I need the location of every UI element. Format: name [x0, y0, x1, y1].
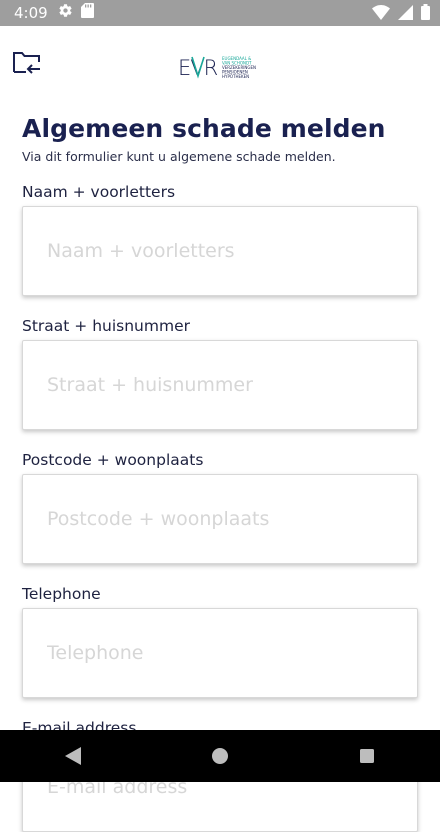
field-name: Naam + voorletters — [22, 182, 420, 296]
recents-square-icon[interactable] — [337, 730, 397, 782]
name-input[interactable] — [22, 206, 418, 296]
status-time: 4:09 — [14, 4, 48, 22]
system-nav-bar — [0, 730, 440, 782]
folder-back-icon[interactable] — [12, 50, 46, 80]
back-triangle-icon[interactable] — [43, 730, 103, 782]
page-subtitle: Via dit formulier kunt u algemene schade… — [22, 149, 336, 164]
field-telephone: Telephone — [22, 584, 420, 698]
postcode-input[interactable] — [22, 474, 418, 564]
logo-line-5: HYPOTHEKEN — [222, 74, 249, 79]
app-header: EVR EUGENDAAL & VAN SCHONDT VERZEKERINGE… — [0, 26, 440, 110]
gear-icon — [58, 3, 73, 23]
battery-icon — [421, 4, 430, 25]
field-label-postcode: Postcode + woonplaats — [22, 451, 204, 469]
street-input[interactable] — [22, 340, 418, 430]
page-title: Algemeen schade melden — [22, 114, 386, 143]
signal-icon — [398, 4, 413, 25]
wifi-icon — [372, 4, 390, 25]
sd-card-icon — [80, 3, 94, 23]
status-bar: 4:09 — [0, 0, 440, 26]
field-label-street: Straat + huisnummer — [22, 317, 190, 335]
field-postcode: Postcode + woonplaats — [22, 450, 420, 564]
telephone-input[interactable] — [22, 608, 418, 698]
field-label-name: Naam + voorletters — [22, 183, 176, 201]
evr-logo: EVR EUGENDAAL & VAN SCHONDT VERZEKERINGE… — [178, 54, 262, 80]
field-street: Straat + huisnummer — [22, 316, 420, 430]
home-circle-icon[interactable] — [190, 730, 250, 782]
field-label-telephone: Telephone — [22, 585, 101, 603]
form-content: Algemeen schade melden Via dit formulier… — [22, 110, 420, 832]
